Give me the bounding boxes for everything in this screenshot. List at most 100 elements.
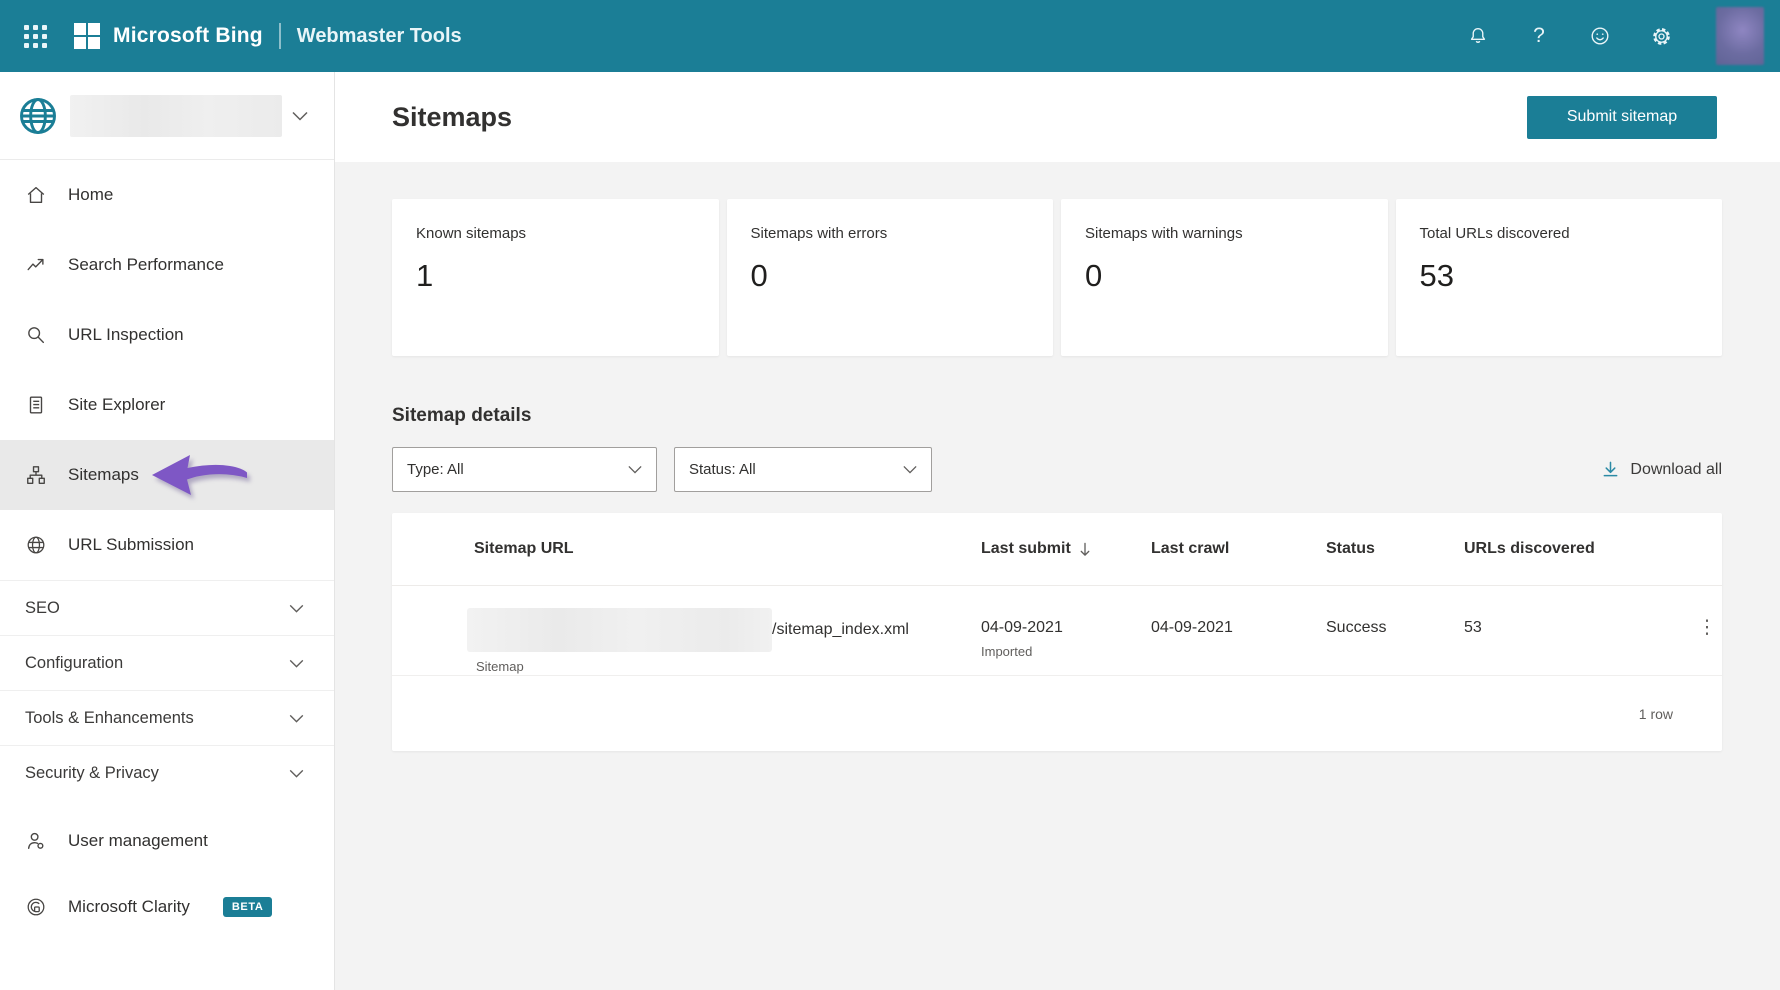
sidebar-item-label: Sitemaps (68, 465, 139, 484)
sidebar-section-label: Security & Privacy (25, 763, 159, 782)
stat-value: 0 (1085, 258, 1103, 293)
sidebar-section-security-privacy[interactable]: Security & Privacy (0, 745, 334, 800)
sidebar-item-label: Home (68, 185, 114, 204)
sidebar-item-sitemaps[interactable]: Sitemaps (0, 440, 334, 510)
row-count: 1 row (1638, 705, 1673, 722)
search-icon (25, 324, 47, 346)
feedback-smiley-icon[interactable] (1580, 16, 1620, 56)
download-all-button[interactable]: Download all (1601, 460, 1722, 479)
page-title: Sitemaps (392, 101, 513, 132)
status-filter-value: Status: All (689, 461, 756, 478)
chevron-down-icon (628, 465, 642, 474)
account-avatar[interactable] (1716, 7, 1764, 65)
status-filter-dropdown[interactable]: Status: All (674, 447, 932, 492)
stat-label: Total URLs discovered (1419, 225, 1570, 242)
sidebar-item-label: URL Inspection (68, 325, 184, 344)
sidebar-section-label: Tools & Enhancements (25, 708, 194, 727)
stat-card-sitemaps-warnings: Sitemaps with warnings 0 (1061, 199, 1388, 356)
sitemap-type-note: Sitemap (476, 659, 524, 674)
sidebar-section-label: Configuration (25, 653, 124, 672)
cell-status: Success (1326, 619, 1387, 636)
url-suffix: /sitemap_index.xml (772, 621, 909, 638)
sidebar-item-microsoft-clarity[interactable]: Microsoft Clarity BETA (0, 874, 334, 940)
sidebar-item-url-submission[interactable]: URL Submission (0, 510, 334, 580)
type-filter-value: Type: All (407, 461, 464, 478)
sidebar-item-label: Search Performance (68, 255, 224, 274)
table-header-row: Sitemap URL Last submit Last crawl Statu… (392, 513, 1722, 586)
type-filter-dropdown[interactable]: Type: All (392, 447, 657, 492)
user-icon (25, 830, 47, 852)
stat-label: Known sitemaps (416, 225, 527, 242)
sort-descending-icon (1080, 542, 1090, 556)
last-submit-note: Imported (981, 644, 1033, 659)
cell-sitemap-url: /sitemap_index.xml Sitemap (392, 586, 981, 675)
chevron-down-icon (289, 714, 304, 723)
table-row: /sitemap_index.xml Sitemap 04-09-2021 Im… (392, 586, 1722, 676)
annotation-arrow (152, 455, 247, 495)
sidebar-item-url-inspection[interactable]: URL Inspection (0, 300, 334, 370)
microsoft-logo-icon (74, 22, 101, 50)
stat-card-total-urls: Total URLs discovered 53 (1395, 199, 1722, 356)
clarity-icon (25, 896, 47, 918)
cell-urls-discovered: 53 (1464, 619, 1482, 636)
stats-row: Known sitemaps 1 Sitemaps with errors 0 … (392, 199, 1722, 356)
sidebar-section-seo[interactable]: SEO (0, 580, 334, 635)
sidebar-item-user-management[interactable]: User management (0, 808, 334, 874)
chevron-down-icon (289, 659, 304, 668)
filter-row: Type: All Status: All Download all (392, 447, 1722, 492)
document-icon (25, 394, 47, 416)
row-kebab-menu-icon[interactable]: ⋮ (1692, 586, 1722, 675)
chevron-down-icon (289, 604, 304, 613)
stat-value: 0 (750, 258, 768, 293)
sidebar-item-label: User management (68, 831, 208, 850)
sidebar-section-label: SEO (25, 598, 60, 617)
home-icon (25, 184, 47, 206)
trend-icon (25, 254, 47, 276)
section-heading: Sitemap details (392, 405, 532, 426)
url-domain-blurred (467, 608, 772, 652)
help-icon[interactable]: ? (1519, 16, 1559, 56)
cell-last-submit: 04-09-2021 Imported (981, 586, 1151, 675)
chevron-down-icon (289, 769, 304, 778)
page-header: Sitemaps Submit sitemap (335, 72, 1780, 162)
top-bar: Microsoft Bing Webmaster Tools ? (0, 0, 1780, 72)
brand-title[interactable]: Microsoft Bing (113, 24, 263, 48)
notifications-bell-icon[interactable] (1458, 16, 1498, 56)
sidebar-section-configuration[interactable]: Configuration (0, 635, 334, 690)
stat-value: 53 (1419, 258, 1454, 293)
stat-card-known-sitemaps: Known sitemaps 1 (392, 199, 719, 356)
beta-badge: BETA (222, 897, 273, 917)
sitemaps-table: Sitemap URL Last submit Last crawl Statu… (392, 513, 1722, 751)
chevron-down-icon (903, 465, 917, 474)
sidebar: Home Search Performance URL Inspection S… (0, 72, 335, 990)
last-submit-date: 04-09-2021 (981, 619, 1063, 636)
sidebar-item-site-explorer[interactable]: Site Explorer (0, 370, 334, 440)
sidebar-section-tools-enhancements[interactable]: Tools & Enhancements (0, 690, 334, 745)
chevron-down-icon (292, 111, 308, 121)
site-globe-icon (20, 97, 56, 134)
column-header-last-crawl: Last crawl (1151, 540, 1230, 557)
globe-icon (25, 534, 47, 556)
stat-label: Sitemaps with warnings (1085, 225, 1243, 242)
stat-label: Sitemaps with errors (750, 225, 888, 242)
brand-separator (278, 23, 281, 49)
stat-card-sitemaps-errors: Sitemaps with errors 0 (726, 199, 1053, 356)
site-selector[interactable] (0, 72, 334, 160)
sidebar-item-home[interactable]: Home (0, 160, 334, 230)
submit-sitemap-button[interactable]: Submit sitemap (1527, 95, 1717, 139)
sidebar-item-label: Microsoft Clarity (68, 897, 190, 916)
column-header-sitemap-url: Sitemap URL (474, 540, 574, 557)
sidebar-item-search-performance[interactable]: Search Performance (0, 230, 334, 300)
sitemap-icon (25, 464, 47, 486)
product-title[interactable]: Webmaster Tools (297, 25, 462, 48)
waffle-icon[interactable] (16, 17, 54, 55)
cell-last-crawl: 04-09-2021 (1151, 619, 1233, 636)
main-content: Sitemaps Submit sitemap Known sitemaps 1… (335, 72, 1780, 990)
download-all-label: Download all (1630, 460, 1722, 478)
stat-value: 1 (416, 258, 434, 293)
site-name-blurred (70, 94, 282, 137)
column-header-last-submit[interactable]: Last submit (981, 540, 1151, 558)
column-header-label: Last submit (981, 540, 1071, 557)
sidebar-item-label: URL Submission (68, 535, 194, 554)
settings-gear-icon[interactable] (1641, 16, 1681, 56)
